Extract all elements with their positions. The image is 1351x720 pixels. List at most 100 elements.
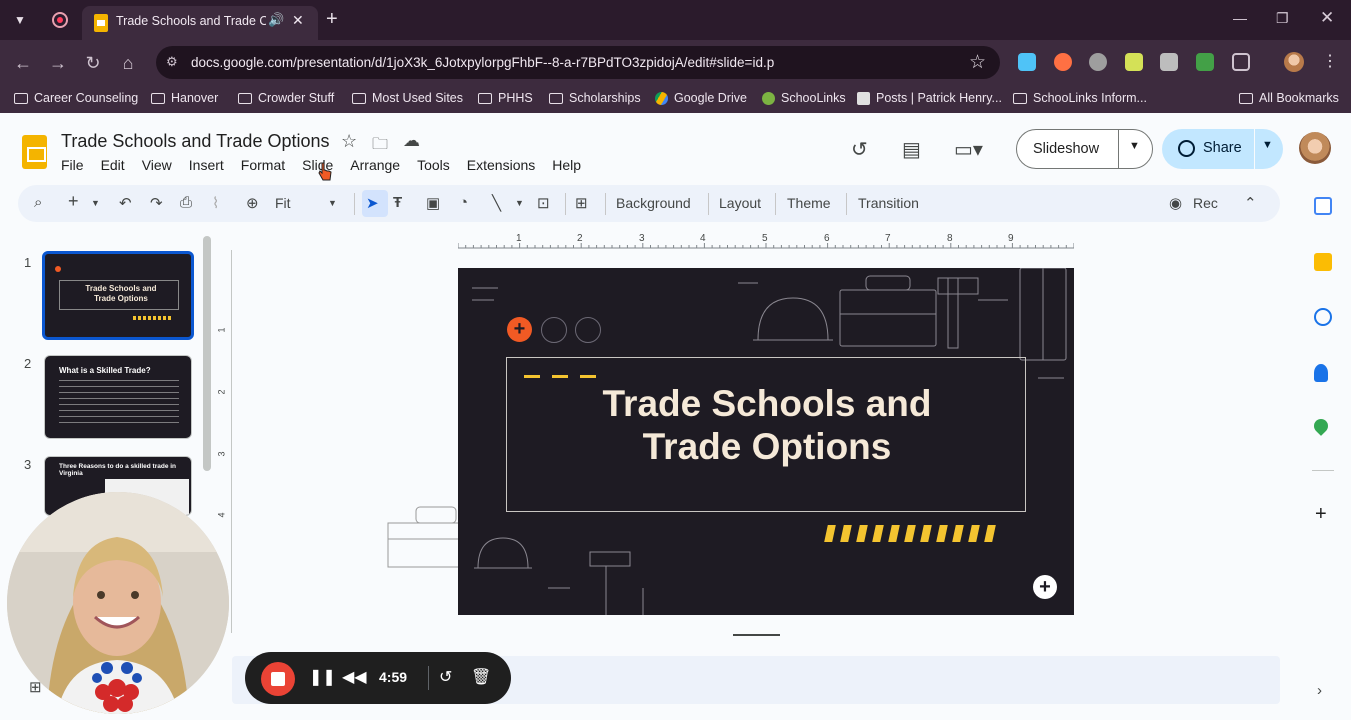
bookmark-crowder-stuff[interactable]: Crowder Stuff [238, 91, 334, 105]
get-addons-icon[interactable]: + [1315, 503, 1327, 526]
keep-icon[interactable] [1314, 253, 1332, 271]
delete-recording-icon[interactable]: 🗑 [471, 667, 491, 687]
restart-icon[interactable]: ↺ [439, 667, 452, 687]
new-slide-icon[interactable]: + [68, 191, 79, 212]
rec-button[interactable]: Rec [1193, 195, 1218, 211]
extension-puzzle-x-icon[interactable] [1160, 53, 1178, 71]
bookmark-schoolinks[interactable]: SchooLinks [762, 91, 846, 105]
layout-button[interactable]: Layout [719, 195, 761, 211]
line-dropdown-icon[interactable]: ▼ [515, 198, 524, 208]
home-icon[interactable]: ⌂ [117, 52, 139, 74]
slide-title[interactable]: Trade Schools and Trade Options [507, 382, 1027, 468]
menu-view[interactable]: View [142, 157, 180, 173]
browser-tab-active[interactable]: Trade Schools and Trade Options 🔊 ✕ [82, 6, 318, 40]
menu-file[interactable]: File [61, 157, 92, 173]
expand-side-panel-icon[interactable]: › [1317, 682, 1322, 699]
close-window-icon[interactable]: ✕ [1320, 8, 1334, 28]
bookmark-google-drive[interactable]: Google Drive [655, 91, 747, 105]
menu-insert[interactable]: Insert [189, 157, 232, 173]
transition-button[interactable]: Transition [858, 195, 919, 211]
browser-menu-icon[interactable]: ⋮ [1322, 51, 1338, 71]
bookmark-most-used-sites[interactable]: Most Used Sites [352, 91, 463, 105]
star-icon[interactable]: ☆ [341, 131, 357, 152]
title-frame[interactable]: Trade Schools and Trade Options [506, 357, 1026, 512]
print-icon[interactable]: ⎙ [180, 194, 192, 211]
minimize-icon[interactable]: — [1233, 10, 1247, 26]
restore-icon[interactable]: ❐ [1276, 10, 1289, 27]
share-dropdown-icon[interactable]: ▼ [1262, 139, 1273, 151]
url-text[interactable]: docs.google.com/presentation/d/1joX3k_6J… [191, 55, 774, 70]
record-icon[interactable]: ◉ [1169, 194, 1182, 212]
stop-recording-button[interactable] [261, 662, 295, 696]
text-box-icon[interactable]: Ŧ [393, 194, 402, 211]
slideshow-button[interactable]: Slideshow ▼ [1016, 129, 1153, 169]
move-folder-icon[interactable]: 🗀 [372, 133, 388, 160]
extension-bulb-icon[interactable] [1089, 53, 1107, 71]
all-bookmarks[interactable]: All Bookmarks [1239, 91, 1339, 105]
calendar-icon[interactable] [1314, 197, 1332, 215]
comments-icon[interactable]: ▤ [902, 137, 921, 162]
rewind-icon[interactable]: ◀◀ [342, 667, 367, 687]
maps-icon[interactable] [1311, 416, 1331, 436]
insert-image-icon[interactable]: ▣ [426, 194, 440, 212]
account-avatar[interactable] [1299, 132, 1331, 164]
zoom-icon[interactable]: ⊕ [246, 194, 259, 212]
line-icon[interactable]: ╲ [492, 194, 501, 212]
filmstrip-scrollbar[interactable] [203, 236, 211, 471]
pause-icon[interactable]: ❚❚ [309, 667, 336, 687]
slide-thumbnail-1[interactable]: Trade Schools and Trade Options [42, 251, 194, 340]
close-tab-icon[interactable]: ✕ [292, 12, 304, 29]
zoom-dropdown-icon[interactable]: ▼ [328, 198, 337, 208]
extensions-menu-icon[interactable] [1232, 53, 1250, 71]
extension-highlighter-icon[interactable] [1125, 53, 1143, 71]
forward-arrow-icon[interactable]: → [47, 52, 69, 74]
extension-green-icon[interactable] [1196, 53, 1214, 71]
slide-thumbnail-2[interactable]: What is a Skilled Trade? [44, 355, 192, 439]
bookmark-phhs[interactable]: PHHS [478, 91, 533, 105]
select-arrow-icon[interactable]: ➤ [366, 194, 379, 212]
background-button[interactable]: Background [616, 195, 691, 211]
slide-canvas[interactable]: + Trade Schools and Trade Options + [458, 268, 1074, 615]
bookmark-posts-patrick-henry[interactable]: Posts | Patrick Henry... [857, 91, 1002, 105]
extension-screencast-icon[interactable] [1054, 53, 1072, 71]
add-comment-icon[interactable]: ⊞ [575, 194, 588, 212]
menu-help[interactable]: Help [552, 157, 589, 173]
bookmark-hanover[interactable]: Hanover [151, 91, 218, 105]
bookmark-scholarships[interactable]: Scholarships [549, 91, 641, 105]
contacts-icon[interactable] [1314, 364, 1328, 382]
bookmark-career-counseling[interactable]: Career Counseling [14, 91, 138, 105]
new-slide-dropdown-icon[interactable]: ▼ [91, 198, 100, 208]
document-title[interactable]: Trade Schools and Trade Options [61, 131, 330, 152]
extension-cloud-icon[interactable] [1018, 53, 1036, 71]
tab-search-button[interactable]: ▼ [8, 8, 32, 32]
tasks-icon[interactable] [1314, 308, 1332, 326]
back-arrow-icon[interactable]: ← [12, 52, 34, 74]
insert-video-icon[interactable]: ⊡ [537, 194, 550, 212]
share-button[interactable]: Share ▼ [1162, 129, 1283, 169]
menu-extensions[interactable]: Extensions [467, 157, 543, 173]
menu-format[interactable]: Format [241, 157, 293, 173]
menu-arrange[interactable]: Arrange [350, 157, 408, 173]
search-menus-icon[interactable]: ⌕ [34, 194, 42, 211]
reload-icon[interactable]: ↻ [82, 52, 104, 74]
version-history-icon[interactable]: ↺ [851, 137, 868, 162]
profile-avatar[interactable] [1284, 52, 1304, 72]
paint-format-icon[interactable]: ⌇ [212, 194, 219, 212]
bookmark-schoolinks-inform[interactable]: SchooLinks Inform... [1013, 91, 1147, 105]
menu-edit[interactable]: Edit [101, 157, 133, 173]
webcam-bubble[interactable] [7, 492, 229, 714]
meet-camera-icon[interactable]: ▭▾ [954, 137, 983, 162]
slideshow-dropdown-icon[interactable]: ▼ [1129, 140, 1140, 152]
bookmark-star-icon[interactable]: ☆ [969, 51, 986, 74]
notes-resize-handle[interactable] [733, 634, 780, 636]
audio-playing-icon[interactable]: 🔊 [268, 12, 284, 28]
cloud-status-icon[interactable]: ☁ [403, 131, 420, 151]
slides-logo-icon[interactable] [22, 135, 47, 169]
new-tab-button[interactable]: + [326, 8, 338, 31]
menu-tools[interactable]: Tools [417, 157, 458, 173]
shape-icon[interactable]: ◔ [459, 194, 468, 211]
theme-button[interactable]: Theme [787, 195, 831, 211]
zoom-value[interactable]: Fit [275, 195, 291, 211]
redo-icon[interactable]: ↷ [150, 194, 163, 212]
site-info-icon[interactable]: ⚙ [166, 54, 178, 70]
